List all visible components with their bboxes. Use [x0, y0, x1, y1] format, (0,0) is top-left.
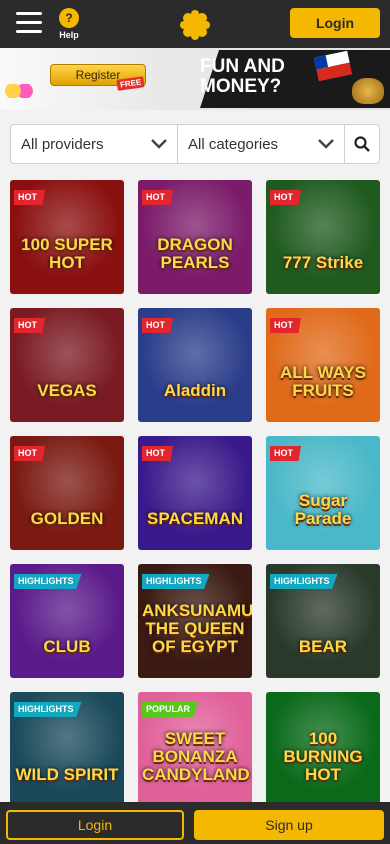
game-filters: All providers All categories	[10, 124, 380, 164]
search-icon	[354, 136, 370, 152]
game-badge: HOT	[14, 190, 45, 205]
game-title: SWEET BONANZA CANDYLAND	[142, 729, 250, 784]
providers-select[interactable]: All providers	[11, 125, 178, 163]
login-button[interactable]: Login	[290, 8, 380, 38]
help-button[interactable]: ? Help	[54, 8, 84, 40]
help-icon: ?	[59, 8, 79, 28]
game-title: SPACEMAN	[146, 509, 244, 528]
game-badge: HOT	[270, 190, 301, 205]
help-label: Help	[59, 30, 79, 40]
game-tile[interactable]: HOT 777 Strike	[266, 180, 380, 294]
game-title: ALL WAYS FRUITS	[280, 363, 366, 400]
coins-icon	[4, 84, 34, 98]
game-tile[interactable]: HOT Aladdin	[138, 308, 252, 422]
categories-select-value: All categories	[188, 135, 279, 153]
hamburger-menu-icon[interactable]	[16, 12, 42, 34]
game-tile[interactable]: HIGHLIGHTS CLUB	[10, 564, 124, 678]
signup-button[interactable]: Sign up	[194, 810, 384, 840]
game-title: 100 BURNING HOT	[283, 729, 363, 784]
game-tile[interactable]: HOT ALL WAYS FRUITS	[266, 308, 380, 422]
banner-headline-1: FUN AND	[200, 56, 285, 77]
game-tile[interactable]: 100 BURNING HOT	[266, 692, 380, 806]
game-badge: HOT	[142, 190, 173, 205]
logo-icon[interactable]	[180, 10, 210, 40]
game-badge: HIGHLIGHTS	[14, 574, 82, 589]
game-title: WILD SPIRIT	[15, 765, 119, 784]
game-tile[interactable]: HOT VEGAS	[10, 308, 124, 422]
game-title: ANKSUNAMUN THE QUEEN OF EGYPT	[142, 601, 252, 656]
promo-banner[interactable]: Register FREE FUN AND MONEY?	[0, 48, 390, 110]
game-tile[interactable]: HIGHLIGHTS WILD SPIRIT	[10, 692, 124, 806]
bottom-login-button[interactable]: Login	[6, 810, 184, 840]
game-tile[interactable]: POPULAR SWEET BONANZA CANDYLAND	[138, 692, 252, 806]
game-title: VEGAS	[37, 381, 97, 400]
game-title: GOLDEN	[30, 509, 104, 528]
game-tile[interactable]: HOT SPACEMAN	[138, 436, 252, 550]
game-badge: HOT	[14, 318, 45, 333]
game-tile[interactable]: HOT 100 SUPER HOT	[10, 180, 124, 294]
game-badge: HOT	[142, 318, 173, 333]
game-title: DRAGON PEARLS	[157, 235, 233, 272]
game-tile[interactable]: HIGHLIGHTS ANKSUNAMUN THE QUEEN OF EGYPT	[138, 564, 252, 678]
game-title: Aladdin	[163, 381, 227, 400]
categories-select[interactable]: All categories	[178, 125, 345, 163]
chevron-down-icon	[151, 139, 167, 149]
game-tile[interactable]: HOT GOLDEN	[10, 436, 124, 550]
game-grid: HOT 100 SUPER HOT HOT DRAGON PEARLS HOT 777 S…	[10, 180, 380, 806]
game-badge: HOT	[142, 446, 173, 461]
providers-select-value: All providers	[21, 135, 104, 153]
game-badge: HIGHLIGHTS	[270, 574, 338, 589]
top-bar: ? Help Login	[0, 0, 390, 48]
game-title: Sugar Parade	[294, 491, 352, 528]
game-badge: HIGHLIGHTS	[142, 574, 210, 589]
money-sack-icon	[352, 78, 384, 104]
game-title: 777 Strike	[282, 253, 364, 272]
game-title: BEAR	[298, 637, 348, 656]
game-badge: HOT	[270, 318, 301, 333]
game-badge: HIGHLIGHTS	[14, 702, 82, 717]
game-badge: HOT	[270, 446, 301, 461]
search-button[interactable]	[345, 125, 379, 163]
game-tile[interactable]: HOT Sugar Parade	[266, 436, 380, 550]
game-badge: HOT	[14, 446, 45, 461]
game-title: 100 SUPER HOT	[21, 235, 113, 272]
bottom-bar: Login Sign up	[0, 802, 390, 844]
game-tile[interactable]: HIGHLIGHTS BEAR	[266, 564, 380, 678]
banner-headline-2: MONEY?	[200, 76, 282, 97]
game-title: CLUB	[43, 637, 91, 656]
free-badge: FREE	[116, 76, 145, 91]
game-badge: POPULAR	[142, 702, 199, 717]
game-tile[interactable]: HOT DRAGON PEARLS	[138, 180, 252, 294]
chevron-down-icon	[318, 139, 334, 149]
